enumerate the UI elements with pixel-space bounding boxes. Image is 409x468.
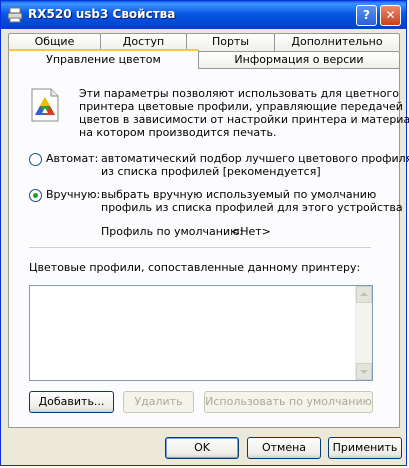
auto-radio[interactable] xyxy=(29,153,42,166)
separator xyxy=(29,247,371,248)
scroll-down-arrow-icon xyxy=(360,370,368,374)
manual-label[interactable]: Вручную: xyxy=(46,188,100,201)
remove-button[interactable]: Удалить xyxy=(123,391,194,413)
profiles-list-label: Цветовые профили, сопоставленные данному… xyxy=(29,261,361,274)
profiles-list[interactable] xyxy=(29,285,373,381)
scroll-down-button[interactable] xyxy=(356,363,372,380)
profiles-list-scrollbar[interactable] xyxy=(355,286,372,380)
ok-button[interactable]: OK xyxy=(165,437,239,459)
scroll-up-arrow-icon xyxy=(360,292,368,296)
description-line-2: принтера цветовые профили, управляющие п… xyxy=(79,100,403,113)
close-button[interactable]: ✕ xyxy=(380,5,401,26)
tab-advanced[interactable]: Дополнительно xyxy=(274,33,400,51)
set-default-button[interactable]: Использовать по умолчанию xyxy=(204,391,373,413)
printer-icon xyxy=(7,7,23,23)
help-button[interactable]: ? xyxy=(356,5,377,26)
properties-window: RX520 usb3 Свойства ? ✕ Общие Доступ Пор… xyxy=(0,0,409,466)
window-title: RX520 usb3 Свойства xyxy=(28,7,176,21)
color-management-icon xyxy=(31,88,59,122)
auto-description-line-2: из списка профилей [рекомендуется] xyxy=(101,165,321,178)
cancel-button[interactable]: Отмена xyxy=(247,437,321,459)
tab-color-management[interactable]: Управление цветом xyxy=(8,49,199,69)
manual-description-line-2: профиль из списка профилей для этого уст… xyxy=(101,201,403,214)
description-line-1: Эти параметры позволяют использовать для… xyxy=(79,87,399,100)
title-bar[interactable]: RX520 usb3 Свойства ? ✕ xyxy=(1,1,406,29)
radio-selected-dot xyxy=(33,193,38,198)
apply-button[interactable]: Применить xyxy=(328,437,402,459)
description-line-3: цветов в зависимости от настройки принте… xyxy=(79,113,409,126)
tab-version-info[interactable]: Информация о версии xyxy=(198,51,400,69)
auto-label[interactable]: Автомат: xyxy=(46,152,98,165)
add-button[interactable]: Добавить... xyxy=(29,391,114,413)
description-line-4: на котором производится печать. xyxy=(79,126,277,139)
tab-ports[interactable]: Порты xyxy=(186,33,275,51)
default-profile-label: Профиль по умолчанию: xyxy=(101,225,244,238)
auto-description-line-1: автоматический подбор лучшего цветового … xyxy=(101,152,409,165)
manual-description-line-1: выбрать вручную используемый по умолчани… xyxy=(101,188,377,201)
scroll-up-button[interactable] xyxy=(356,286,372,303)
default-profile-value: <Нет> xyxy=(231,225,271,238)
manual-radio[interactable] xyxy=(29,189,42,202)
